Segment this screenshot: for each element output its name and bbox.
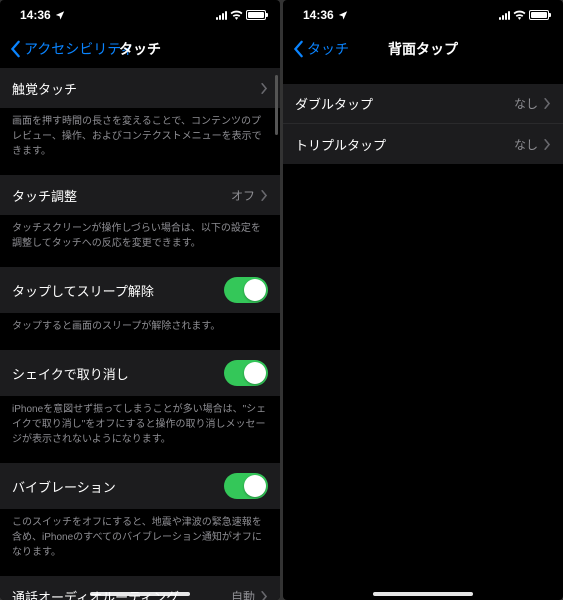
battery-icon (529, 10, 549, 20)
nav-header: タッチ 背面タップ (283, 30, 563, 68)
row-value: なし (514, 95, 551, 112)
chevron-right-icon (261, 83, 268, 94)
battery-icon (246, 10, 266, 20)
row-label: シェイクで取り消し (12, 364, 129, 383)
settings-row-3[interactable]: シェイクで取り消し (0, 350, 280, 396)
status-time: 14:36 (303, 8, 334, 22)
settings-list[interactable]: ダブルタップなしトリプルタップなし (283, 68, 563, 600)
row-footer: タップすると画面のスリープが解除されます。 (0, 313, 280, 350)
row-footer: このスイッチをオフにすると、地震や津波の緊急速報を含め、iPhoneのすべてのバ… (0, 509, 280, 576)
row-value (255, 83, 268, 94)
signal-icon (499, 11, 510, 20)
status-bar: 14:36 (283, 0, 563, 30)
back-button[interactable]: アクセシビリティ (10, 39, 134, 59)
home-indicator[interactable] (90, 592, 190, 596)
settings-row-0[interactable]: 触覚タッチ (0, 68, 280, 108)
row-value: 自動 (231, 588, 268, 600)
back-label: アクセシビリティ (24, 39, 134, 59)
chevron-right-icon (261, 591, 268, 600)
chevron-right-icon (261, 190, 268, 201)
location-icon (338, 10, 348, 20)
row-label: タップしてスリープ解除 (12, 281, 154, 300)
row-footer: タッチスクリーンが操作しづらい場合は、以下の設定を調整してタッチへの反応を変更で… (0, 215, 280, 267)
settings-row-2[interactable]: タップしてスリープ解除 (0, 267, 280, 313)
row-label: ダブルタップ (295, 94, 373, 113)
location-icon (55, 10, 65, 20)
row-label: 触覚タッチ (12, 79, 77, 98)
chevron-right-icon (544, 98, 551, 109)
chevron-left-icon (293, 40, 305, 58)
row-value: なし (514, 136, 551, 153)
toggle-switch[interactable] (224, 360, 268, 386)
back-label: タッチ (307, 39, 349, 59)
wifi-icon (230, 10, 243, 20)
chevron-left-icon (10, 40, 22, 58)
wifi-icon (513, 10, 526, 20)
signal-icon (216, 11, 227, 20)
settings-row-4[interactable]: バイブレーション (0, 463, 280, 509)
nav-header: アクセシビリティ タッチ (0, 30, 280, 68)
row-value: オフ (231, 187, 268, 204)
status-bar: 14:36 (0, 0, 280, 30)
settings-list[interactable]: 触覚タッチ画面を押す時間の長さを変えることで、コンテンツのプレビュー、操作、およ… (0, 68, 280, 600)
status-time: 14:36 (20, 8, 51, 22)
chevron-right-icon (544, 139, 551, 150)
page-title: 背面タップ (388, 39, 458, 59)
toggle-switch[interactable] (224, 277, 268, 303)
toggle-switch[interactable] (224, 473, 268, 499)
left-screen: 14:36 アクセシビリティ タッチ 触覚タッチ画面を押す時間の長さを変えること… (0, 0, 280, 600)
scrollbar[interactable] (275, 75, 278, 135)
row-footer: iPhoneを意図せず振ってしまうことが多い場合は、"シェイクで取り消し"をオフ… (0, 396, 280, 463)
row-footer: 画面を押す時間の長さを変えることで、コンテンツのプレビュー、操作、およびコンテク… (0, 108, 280, 175)
settings-row-1[interactable]: タッチ調整 オフ (0, 175, 280, 215)
row-label: トリプルタップ (295, 135, 386, 154)
settings-row-1[interactable]: トリプルタップ なし (283, 124, 563, 164)
settings-row-5[interactable]: 通話オーディオルーティング自動 (0, 576, 280, 600)
back-button[interactable]: タッチ (293, 39, 349, 59)
row-label: タッチ調整 (12, 186, 77, 205)
row-label: バイブレーション (12, 477, 116, 496)
home-indicator[interactable] (373, 592, 473, 596)
right-screen: 14:36 タッチ 背面タップ ダブルタップなしトリプルタップなし (283, 0, 563, 600)
page-title: タッチ (119, 39, 161, 59)
settings-row-0[interactable]: ダブルタップ なし (283, 84, 563, 124)
